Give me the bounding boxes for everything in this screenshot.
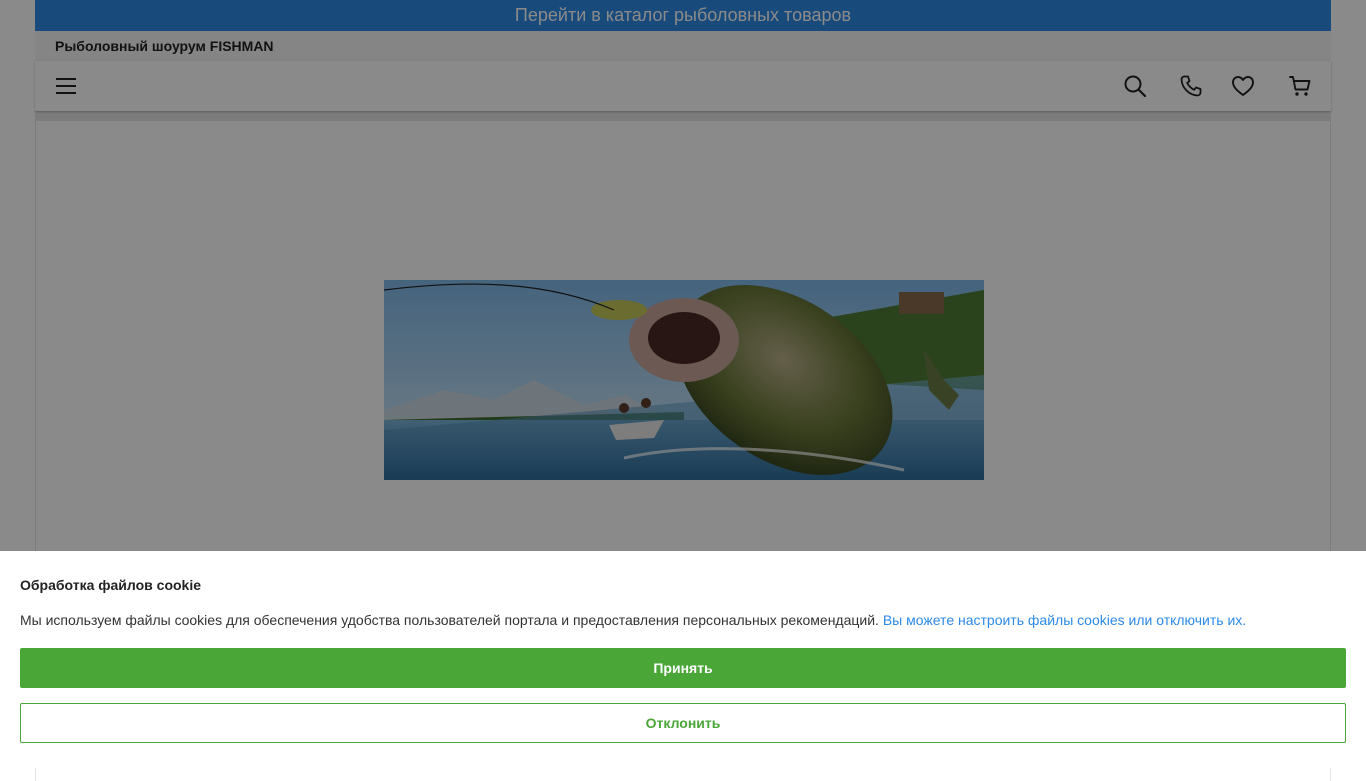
- cookie-text-line: Мы используем файлы cookies для обеспече…: [20, 612, 1246, 628]
- cookie-title: Обработка файлов cookie: [20, 577, 202, 593]
- cookie-settings-link[interactable]: Вы можете настроить файлы cookies или от…: [883, 612, 1246, 628]
- accept-cookies-button[interactable]: Принять: [20, 648, 1346, 688]
- cookie-banner: Обработка файлов cookie Мы используем фа…: [0, 551, 1366, 768]
- cookie-description: Мы используем файлы cookies для обеспече…: [20, 612, 879, 628]
- decline-cookies-button[interactable]: Отклонить: [20, 703, 1346, 743]
- modal-overlay[interactable]: [0, 0, 1366, 551]
